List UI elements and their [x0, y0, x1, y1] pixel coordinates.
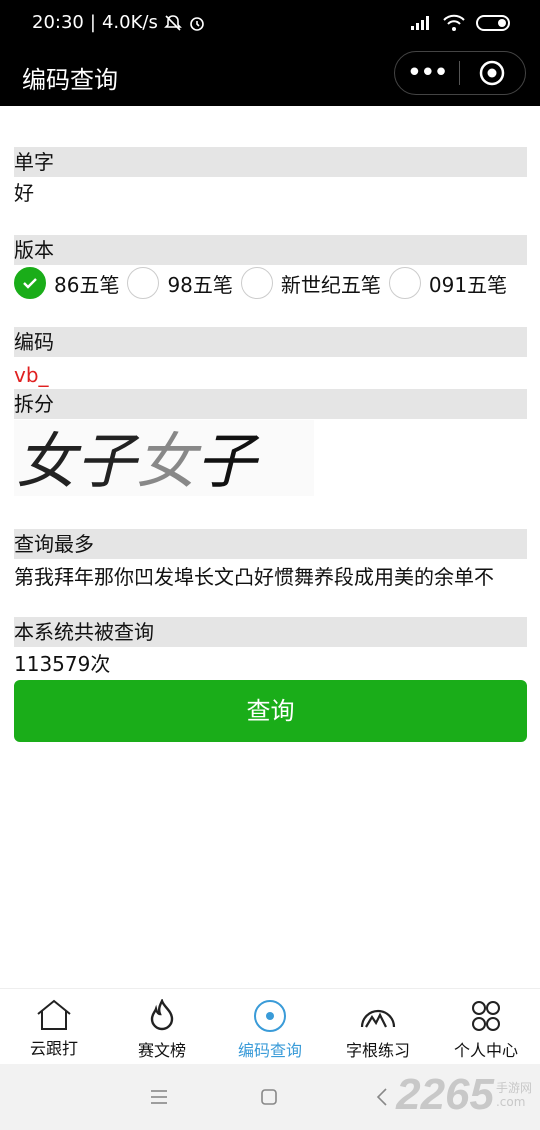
status-bar: 20:30 | 4.0K/s: [0, 0, 540, 50]
tab-code-query[interactable]: 编码查询: [216, 989, 324, 1064]
split-heading: 拆分: [14, 389, 527, 419]
tab-label: 赛文榜: [137, 1041, 186, 1060]
back-chevron-icon[interactable]: [376, 1087, 388, 1107]
watermark-number: 2265: [396, 1070, 494, 1119]
signal-icon: [411, 16, 429, 30]
radio-unchecked-icon: [240, 267, 273, 299]
mute-bell-icon: [163, 14, 182, 31]
grid-icon: [472, 1001, 500, 1031]
flame-icon: [150, 999, 174, 1031]
radio-98[interactable]: 98五笔: [127, 267, 240, 299]
radio-unchecked-icon: [388, 267, 421, 299]
version-heading: 版本: [14, 235, 527, 265]
status-speed: 4.0K/s: [101, 12, 158, 33]
status-time: 20:30: [32, 12, 84, 33]
watermark-logo: 2265 手游网 .com: [396, 1070, 532, 1120]
mountain-icon: [360, 1009, 396, 1028]
status-left: 20:30 | 4.0K/s: [32, 12, 206, 33]
tab-race-ranking[interactable]: 赛文榜: [108, 989, 216, 1064]
system-nav-bar: 2265 手游网 .com: [0, 1064, 540, 1130]
menu-icon[interactable]: [150, 1089, 168, 1105]
radio-091[interactable]: 091五笔: [388, 267, 515, 299]
wifi-icon: [443, 14, 465, 31]
total-value: 113579次: [14, 652, 111, 676]
radio-checked-icon: [14, 267, 46, 299]
battery-icon: [476, 15, 510, 31]
radio-label: 091五笔: [428, 272, 508, 297]
home-square-icon[interactable]: [261, 1089, 277, 1105]
split-glyph-image: 女子女子: [14, 420, 314, 497]
mini-program-capsule: •••: [394, 51, 526, 95]
radio-label: 86五笔: [54, 272, 120, 297]
version-radio-group: 86五笔 98五笔 新世纪五笔 091五笔: [14, 266, 515, 300]
tab-label: 个人中心: [453, 1041, 518, 1060]
watermark-brand: 手游网: [495, 1081, 532, 1095]
most-queried-heading: 查询最多: [14, 529, 527, 559]
most-queried-value: 第我拜年那你凹发埠长文凸好惯舞养段成用美的余单不: [14, 565, 494, 589]
more-button[interactable]: •••: [395, 51, 459, 95]
watermark-text: 手游网 .com: [496, 1081, 532, 1109]
tab-profile[interactable]: 个人中心: [432, 989, 540, 1064]
split-glyph-drawing: 女子女子: [16, 427, 260, 497]
watermark-domain: .com: [495, 1095, 526, 1109]
house-icon: [37, 999, 71, 1030]
radio-86[interactable]: 86五笔: [14, 267, 127, 299]
status-separator: |: [89, 12, 96, 33]
single-char-value[interactable]: 好: [14, 179, 34, 207]
radio-new-century[interactable]: 新世纪五笔: [240, 267, 389, 299]
close-button[interactable]: [460, 60, 526, 86]
radio-label: 新世纪五笔: [280, 272, 381, 297]
nav-bar: 编码查询 •••: [0, 50, 540, 106]
alarm-icon: [190, 16, 204, 31]
total-heading: 本系统共被查询: [14, 617, 527, 647]
single-char-heading: 单字: [14, 147, 527, 177]
svg-text:女子女子: 女子女子: [16, 427, 260, 496]
tab-label: 字根练习: [345, 1041, 410, 1060]
tab-label: 编码查询: [237, 1041, 302, 1060]
tab-label: 云跟打: [29, 1039, 78, 1058]
tab-cloud-typing[interactable]: 云跟打: [0, 989, 108, 1064]
tab-radical-practice[interactable]: 字根练习: [324, 989, 432, 1064]
query-button[interactable]: 查询: [14, 680, 527, 742]
target-icon: [254, 1000, 286, 1032]
target-close-icon: [480, 60, 505, 86]
code-value: vb_: [14, 363, 49, 387]
radio-label: 98五笔: [167, 272, 233, 297]
code-heading: 编码: [14, 327, 527, 357]
tab-bar: 云跟打 赛文榜 编码查询 字根练习 个人中心: [0, 988, 540, 1064]
radio-unchecked-icon: [127, 267, 160, 299]
page-title: 编码查询: [22, 66, 118, 94]
status-right: [410, 14, 510, 32]
